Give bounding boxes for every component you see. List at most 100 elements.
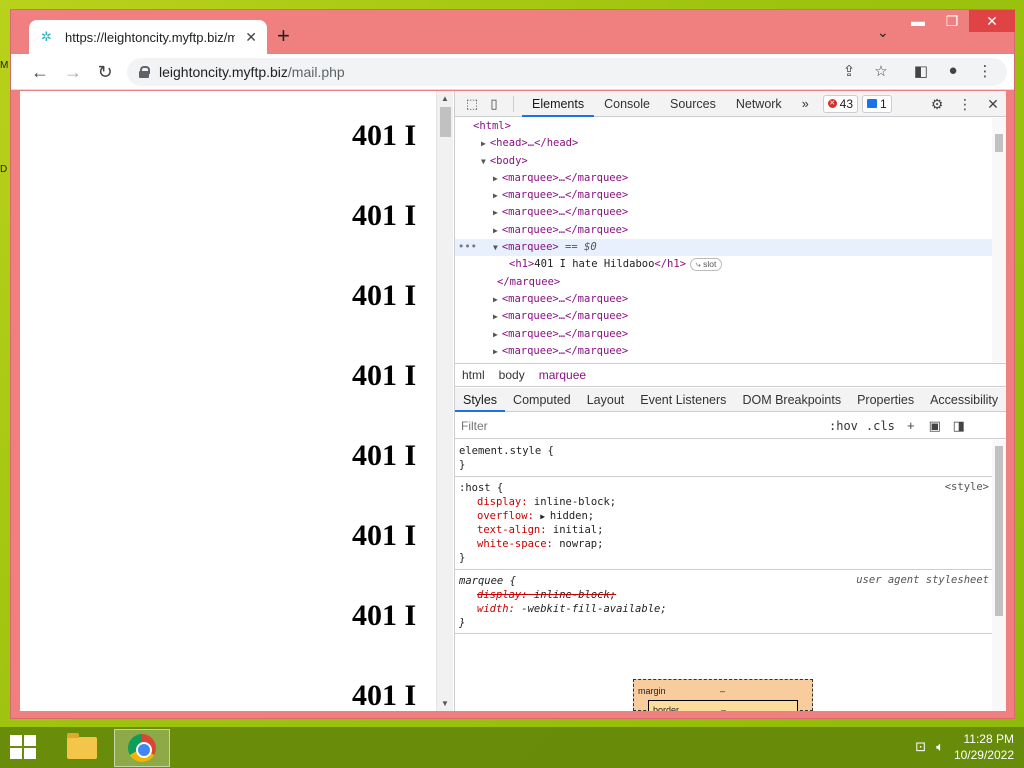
network-icon[interactable]: ⊡ <box>915 739 926 755</box>
expand-triangle-icon[interactable]: ▶ <box>493 330 498 339</box>
device-toolbar-icon[interactable]: ▯ <box>483 96 505 112</box>
breadcrumb-marquee[interactable]: marquee <box>532 368 593 382</box>
clock-time: 11:28 PM <box>963 732 1014 746</box>
dom-node[interactable]: ▶ <marquee>…</marquee> <box>455 343 1006 360</box>
menu-kebab-icon[interactable]: ⋮ <box>975 62 995 80</box>
css-property[interactable]: text-align: initial; <box>459 523 989 537</box>
expand-triangle-icon[interactable]: ▶ <box>493 347 498 356</box>
dom-node[interactable]: ▶ <marquee>…</marquee> <box>455 187 1006 204</box>
browser-tab[interactable]: ✲ https://leightoncity.myftp.biz/ma ✕ <box>29 20 267 54</box>
box-model-margin[interactable]: margin – border – <box>633 679 813 711</box>
rule-selector[interactable]: :host { <box>459 481 989 495</box>
forward-arrow-icon[interactable]: → <box>61 60 85 84</box>
dom-node[interactable]: </marquee> <box>455 274 1006 291</box>
css-property-overridden[interactable]: display: inline-block; <box>459 588 989 602</box>
tab-console[interactable]: Console <box>594 91 660 117</box>
tab-properties[interactable]: Properties <box>849 388 922 412</box>
tab-styles[interactable]: Styles <box>455 388 506 412</box>
expand-triangle-icon[interactable]: ▶ <box>493 312 498 321</box>
breadcrumb-body[interactable]: body <box>492 368 532 382</box>
breadcrumb-html[interactable]: html <box>455 368 492 382</box>
message-count-badge[interactable]: 1 <box>862 94 892 113</box>
tab-close-icon[interactable]: ✕ <box>245 29 257 46</box>
new-tab-button[interactable]: + <box>277 24 290 48</box>
dom-node[interactable]: ▶ <marquee>…</marquee> <box>455 222 1006 239</box>
css-property[interactable]: width: -webkit-fill-available; <box>459 602 989 616</box>
inspect-element-icon[interactable]: ⬚ <box>461 96 483 112</box>
tab-elements[interactable]: Elements <box>522 91 595 117</box>
scroll-down-icon[interactable]: ▼ <box>441 699 449 708</box>
dom-node[interactable]: ▶ <marquee>…</marquee> <box>455 308 1006 325</box>
tab-event-listeners[interactable]: Event Listeners <box>632 388 734 412</box>
lock-icon[interactable] <box>139 66 150 78</box>
profile-avatar-icon[interactable]: ● <box>943 62 963 79</box>
expand-triangle-icon[interactable]: ▶ <box>481 139 486 148</box>
add-rule-icon[interactable]: + <box>899 418 923 433</box>
dom-node[interactable]: ▶ <marquee>…</marquee> <box>455 291 1006 308</box>
tab-search-chevron-icon[interactable]: ⌄ <box>877 24 889 41</box>
dom-node[interactable]: ••• ▼ <marquee> == $0 <box>455 239 1006 257</box>
collapse-triangle-icon[interactable]: ▼ <box>481 157 486 166</box>
css-property[interactable]: white-space: nowrap; <box>459 537 989 551</box>
paint-icon[interactable]: ▣ <box>923 418 947 434</box>
chrome-taskbar-button[interactable] <box>114 729 170 767</box>
rule-selector[interactable]: element.style { <box>459 444 989 458</box>
tab-accessibility[interactable]: Accessibility <box>922 388 1006 412</box>
node-actions-icon[interactable]: ••• <box>458 239 477 256</box>
page-scrollbar[interactable]: ▲ ▼ <box>436 91 453 711</box>
scroll-up-icon[interactable]: ▲ <box>441 94 449 103</box>
volume-icon[interactable]: 🔈︎ <box>936 739 944 755</box>
file-explorer-taskbar-button[interactable] <box>54 729 110 767</box>
dom-node[interactable]: ▶ <marquee>…</marquee> <box>455 204 1006 221</box>
dom-node[interactable]: <html> <box>455 118 1006 135</box>
close-window-button[interactable]: ✕ <box>969 10 1015 32</box>
scroll-thumb[interactable] <box>995 446 1003 616</box>
dom-node[interactable]: ▶ <marquee>…</marquee> <box>455 170 1006 187</box>
slot-badge[interactable]: ⤷ slot <box>690 258 723 272</box>
expand-triangle-icon[interactable]: ▶ <box>493 295 498 304</box>
expand-triangle-icon[interactable]: ▶ <box>540 512 550 521</box>
tab-sources[interactable]: Sources <box>660 91 726 117</box>
css-property[interactable]: display: inline-block; <box>459 495 989 509</box>
settings-gear-icon[interactable]: ⚙ <box>928 96 946 113</box>
expand-triangle-icon[interactable]: ▶ <box>493 226 498 235</box>
minimize-button[interactable]: ▬ <box>905 10 931 32</box>
back-arrow-icon[interactable]: ← <box>28 60 52 84</box>
side-panel-icon[interactable]: ◧ <box>911 62 931 80</box>
dom-tag: </marquee> <box>497 275 561 288</box>
start-button[interactable] <box>10 735 38 761</box>
chrome-icon <box>128 734 156 762</box>
maximize-button[interactable]: ❐ <box>939 10 965 32</box>
css-property[interactable]: overflow: ▶ hidden; <box>459 509 989 523</box>
devtools-menu-icon[interactable]: ⋮ <box>956 96 974 113</box>
tab-dom-breakpoints[interactable]: DOM Breakpoints <box>734 388 849 412</box>
collapse-triangle-icon[interactable]: ▼ <box>493 243 498 252</box>
tab-layout[interactable]: Layout <box>579 388 633 412</box>
dom-node[interactable]: ▶ <head>…</head> <box>455 135 1006 152</box>
dom-node[interactable]: ▶ <marquee>…</marquee> <box>455 326 1006 343</box>
clock[interactable]: 11:28 PM 10/29/2022 <box>954 731 1014 763</box>
rule-source-link[interactable]: <style> <box>945 481 989 493</box>
expand-triangle-icon[interactable]: ▶ <box>493 174 498 183</box>
error-count-badge[interactable]: ✕ 43 <box>822 94 858 113</box>
expand-triangle-icon[interactable]: ▶ <box>493 208 498 217</box>
box-model-border[interactable]: border – <box>648 700 798 711</box>
styles-filter-input[interactable] <box>455 418 825 433</box>
scroll-thumb[interactable] <box>440 107 451 137</box>
bookmark-star-icon[interactable]: ☆ <box>871 62 891 80</box>
share-icon[interactable]: ⇪ <box>839 62 859 80</box>
toggle-sidebar-icon[interactable]: ◨ <box>947 418 971 434</box>
tab-computed[interactable]: Computed <box>505 388 579 412</box>
scroll-thumb[interactable] <box>995 134 1003 152</box>
cls-toggle[interactable]: .cls <box>862 419 899 433</box>
expand-triangle-icon[interactable]: ▶ <box>493 191 498 200</box>
dom-node[interactable]: <h1>401 I hate Hildaboo</h1> ⤷ slot <box>455 256 1006 273</box>
hov-toggle[interactable]: :hov <box>825 419 862 433</box>
more-tabs-button[interactable]: » <box>792 91 819 117</box>
styles-scrollbar[interactable] <box>992 440 1006 711</box>
close-devtools-icon[interactable]: ✕ <box>984 96 1002 113</box>
tab-network[interactable]: Network <box>726 91 792 117</box>
dom-node[interactable]: ▼ <body> <box>455 153 1006 170</box>
dom-scrollbar[interactable] <box>992 118 1006 362</box>
reload-icon[interactable]: ↻ <box>93 60 117 84</box>
